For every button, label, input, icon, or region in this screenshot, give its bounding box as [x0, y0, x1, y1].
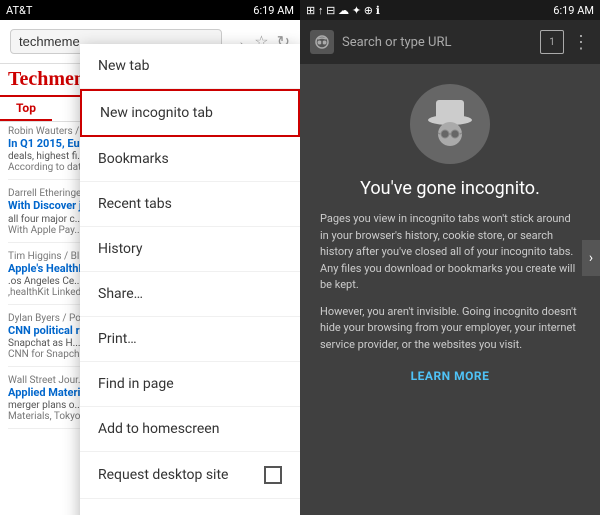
menu-item-print[interactable]: Print… [80, 317, 300, 362]
menu-item-find-in-page[interactable]: Find in page [80, 362, 300, 407]
time-right: 6:19 AM [553, 4, 594, 17]
incognito-address-bar: Search or type URL 1 ⋮ [300, 20, 600, 64]
menu-label-new-tab: New tab [98, 58, 149, 74]
carrier-left: AT&T [6, 4, 32, 17]
more-options-icon[interactable]: ⋮ [572, 32, 590, 53]
menu-item-bookmarks[interactable]: Bookmarks [80, 137, 300, 182]
menu-label-request-desktop-site: Request desktop site [98, 467, 228, 483]
menu-item-add-to-homescreen[interactable]: Add to homescreen [80, 407, 300, 452]
menu-item-share[interactable]: Share… [80, 272, 300, 317]
menu-label-print: Print… [98, 331, 137, 347]
menu-item-new-incognito-tab[interactable]: New incognito tab [80, 89, 300, 137]
incognito-title: You've gone incognito. [360, 178, 540, 199]
menu-label-find-in-page: Find in page [98, 376, 174, 392]
status-icons-right: ⊞ ↑ ⊟ ☁ ✦ ⊕ ℹ [306, 4, 380, 17]
tab-top[interactable]: Top [0, 97, 52, 121]
menu-item-new-tab[interactable]: New tab [80, 44, 300, 89]
menu-item-request-desktop-site[interactable]: Request desktop site [80, 452, 300, 499]
status-bar-right: ⊞ ↑ ⊟ ☁ ✦ ⊕ ℹ 6:19 AM [300, 0, 600, 20]
incognito-spy-icon [310, 30, 334, 54]
search-url-placeholder[interactable]: Search or type URL [342, 35, 532, 50]
menu-label-history: History [98, 241, 143, 257]
request-desktop-checkbox[interactable] [264, 466, 282, 484]
right-panel: ⊞ ↑ ⊟ ☁ ✦ ⊕ ℹ 6:19 AM Search or type URL… [300, 0, 600, 515]
time-left: 6:19 AM [253, 4, 294, 17]
menu-label-share: Share… [98, 286, 143, 302]
menu-label-recent-tabs: Recent tabs [98, 196, 172, 212]
tab-switcher-icon[interactable]: 1 [540, 30, 564, 54]
left-panel: AT&T 6:19 AM → ☆ ↻ Techmeme Top Robin Wa… [0, 0, 300, 515]
menu-item-settings[interactable]: Settings [80, 499, 300, 515]
menu-label-bookmarks: Bookmarks [98, 151, 169, 167]
browser-menu: New tab New incognito tab Bookmarks Rece… [80, 44, 300, 515]
incognito-content: You've gone incognito. Pages you view in… [300, 64, 600, 515]
menu-label-new-incognito-tab: New incognito tab [100, 105, 213, 121]
incognito-avatar [410, 84, 490, 164]
menu-item-history[interactable]: History [80, 227, 300, 272]
menu-item-recent-tabs[interactable]: Recent tabs [80, 182, 300, 227]
status-bar-left: AT&T 6:19 AM [0, 0, 300, 20]
learn-more-button[interactable]: LEARN MORE [411, 369, 490, 383]
incognito-body-2: However, you aren't invisible. Going inc… [320, 304, 580, 354]
incognito-body-1: Pages you view in incognito tabs won't s… [320, 211, 580, 294]
menu-label-add-to-homescreen: Add to homescreen [98, 421, 219, 437]
right-edge-nav[interactable]: › [582, 240, 600, 276]
